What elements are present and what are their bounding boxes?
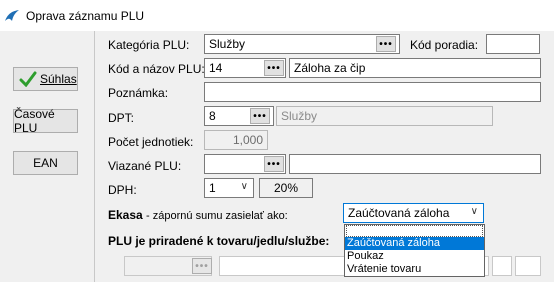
checkmark-icon	[19, 71, 37, 87]
note-label: Poznámka:	[108, 86, 169, 100]
assigned-extra-field-1	[492, 256, 512, 276]
plu-code-picker-button[interactable]: •••	[264, 60, 284, 76]
vat-select-value: 1	[209, 181, 216, 195]
dropdown-option-accounted-deposit[interactable]: Zaúčtovaná záloha	[345, 237, 484, 250]
linked-plu-name-field[interactable]	[289, 154, 541, 174]
code-name-label: Kód a názov PLU:	[108, 62, 205, 76]
ekasa-dropdown-list: Zaúčtovaná záloha Poukaz Vrátenie tovaru	[344, 224, 485, 277]
ok-button[interactable]: Súhlas	[13, 67, 78, 91]
unit-count-field: 1,000	[204, 130, 268, 150]
vat-select[interactable]: 1 ∨	[204, 178, 254, 198]
unit-count-label: Počet jednotiek:	[108, 135, 194, 149]
ekasa-select-value: Zaúčtovaná záloha	[348, 206, 450, 220]
ekasa-negative-select[interactable]: Zaúčtovaná záloha ∨	[343, 203, 484, 223]
dropdown-blank-option[interactable]	[346, 225, 483, 237]
dropdown-option-voucher[interactable]: Poukaz	[345, 250, 484, 263]
assigned-extra-field-2	[515, 256, 541, 276]
app-bird-icon	[5, 9, 19, 21]
plu-assigned-label: PLU je priradené k tovaru/jedlu/službe:	[108, 234, 330, 248]
vat-rate-field: 20%	[259, 178, 313, 198]
plu-name-field[interactable]: Záloha za čip	[289, 58, 541, 78]
note-field[interactable]	[204, 82, 541, 102]
assigned-picker-button: •••	[192, 258, 212, 274]
title-bar: Oprava záznamu PLU	[0, 0, 554, 31]
ekasa-label-bold: Ekasa	[108, 208, 143, 222]
order-code-label: Kód poradia:	[410, 38, 479, 52]
linked-plu-picker-button[interactable]: •••	[264, 156, 284, 172]
dpt-picker-button[interactable]: •••	[250, 108, 270, 124]
time-plu-button[interactable]: Časové PLU	[13, 107, 78, 135]
left-panel: Súhlas Časové PLU EAN	[0, 31, 95, 282]
category-picker-button[interactable]: •••	[376, 36, 396, 52]
dpt-label: DPT:	[108, 111, 135, 125]
ekasa-label-rest: - zápornú sumu zasielať ako:	[146, 210, 288, 222]
dpt-name-field: Služby	[276, 106, 493, 126]
vat-label: DPH:	[108, 183, 137, 197]
ok-button-label: Súhlas	[40, 72, 77, 86]
ean-button[interactable]: EAN	[13, 151, 78, 175]
window-title: Oprava záznamu PLU	[26, 8, 145, 23]
ekasa-label: Ekasa - zápornú sumu zasielať ako:	[108, 208, 288, 222]
chevron-down-icon: ∨	[470, 206, 478, 217]
chevron-down-icon: ∨	[240, 181, 248, 192]
dropdown-option-goods-return[interactable]: Vrátenie tovaru	[345, 263, 484, 276]
linked-plu-label: Viazané PLU:	[108, 159, 182, 173]
category-label: Kategória PLU:	[108, 38, 190, 52]
order-code-field[interactable]	[486, 34, 540, 54]
category-field[interactable]: Služby	[204, 34, 400, 54]
